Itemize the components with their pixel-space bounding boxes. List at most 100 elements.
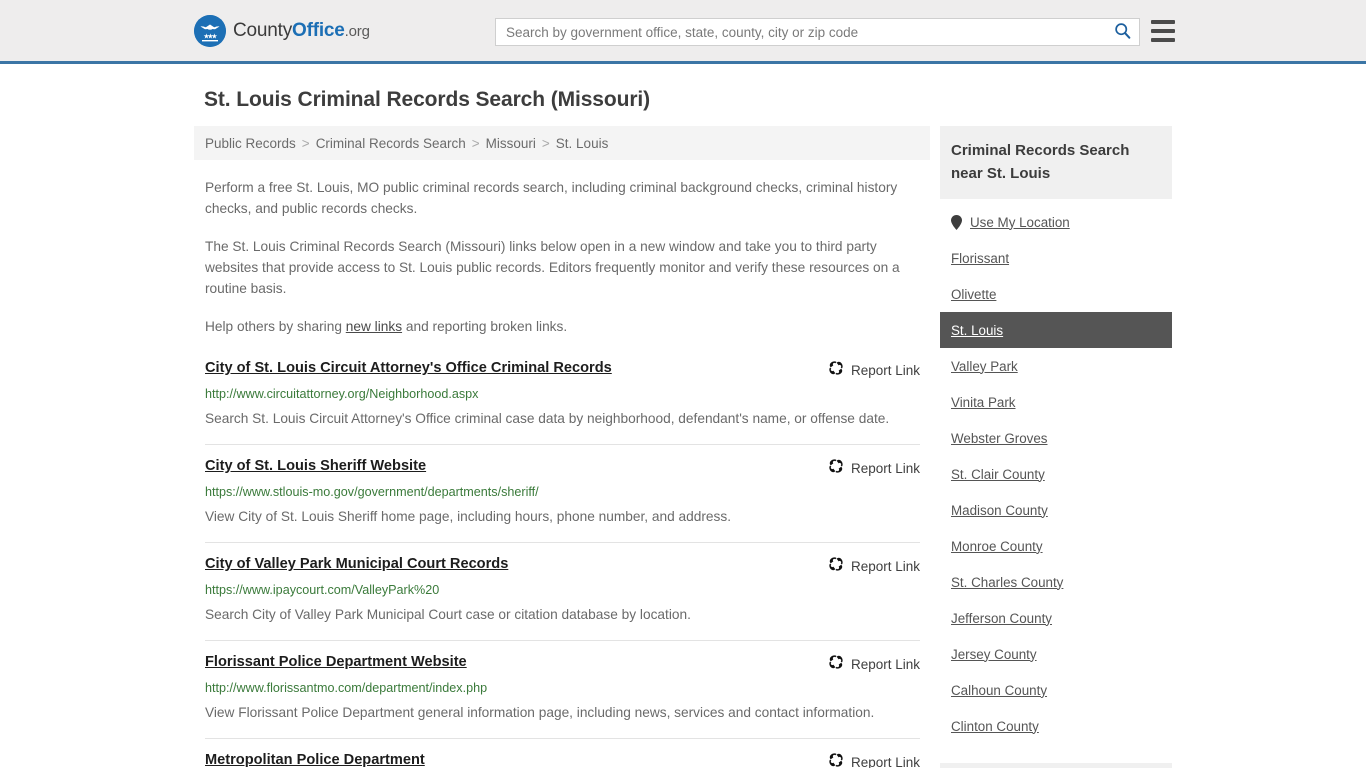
sidebar-item-label: Calhoun County [951,682,1048,698]
sidebar-heading: Criminal Records Search near St. Louis [940,126,1172,199]
sidebar-item-st-clair-county[interactable]: St. Clair County [940,456,1172,492]
result-item: City of Valley Park Municipal Court Reco… [205,555,920,641]
result-item: City of St. Louis Circuit Attorney's Off… [205,359,920,445]
logo-text-org: .org [344,22,370,40]
sidebar-heading-public-records: St. Louis Public Records [940,763,1172,768]
sidebar-item-clinton-county[interactable]: Clinton County [940,708,1172,744]
sidebar-item-label: St. Charles County [951,574,1064,590]
result-url[interactable]: https://www.stlouis-mo.gov/government/de… [205,484,920,501]
intro-paragraph-3: Help others by sharing new links and rep… [205,316,920,337]
breadcrumb: Public Records > Criminal Records Search > M… [194,126,930,160]
sidebar-item-label: Jefferson County [951,610,1052,626]
search-bar[interactable] [495,18,1140,46]
breadcrumb-item-4[interactable]: St. Louis [556,136,609,151]
report-link-label: Report Link [850,657,920,672]
intro-text: Perform a free St. Louis, MO public crim… [194,177,930,337]
broken-link-icon [828,360,844,381]
breadcrumb-separator: > [541,135,550,151]
breadcrumb-separator: > [471,135,480,151]
new-links-link[interactable]: new links [346,319,402,334]
search-input[interactable] [496,19,1105,45]
sidebar-item-madison-county[interactable]: Madison County [940,492,1172,528]
result-url[interactable]: https://www.ipaycourt.com/ValleyPark%20 [205,582,920,599]
sidebar: Criminal Records Search near St. Louis U… [940,126,1172,768]
sidebar-item-label: Olivette [951,286,997,302]
report-link-button[interactable]: Report Link [828,457,920,479]
sidebar-item-label: Monroe County [951,538,1043,554]
sidebar-item-label: Webster Groves [951,430,1048,446]
result-title-link[interactable]: Florissant Police Department Website [205,653,467,672]
sidebar-item-webster-groves[interactable]: Webster Groves [940,420,1172,456]
result-title-link[interactable]: Metropolitan Police Department [205,751,425,768]
sidebar-item-label: Madison County [951,502,1048,518]
sidebar-item-label: Vinita Park [951,394,1016,410]
search-button[interactable] [1105,19,1139,45]
result-header: Metropolitan Police Department Report Lin… [205,751,920,768]
result-title-link[interactable]: City of St. Louis Circuit Attorney's Off… [205,359,612,378]
result-header: City of Valley Park Municipal Court Reco… [205,555,920,577]
report-link-button[interactable]: Report Link [828,653,920,675]
result-title-link[interactable]: City of St. Louis Sheriff Website [205,457,426,476]
result-description: View City of St. Louis Sheriff home page… [205,509,732,524]
site-logo-text: CountyOffice.org [233,20,370,42]
result-description: View Florissant Police Department genera… [205,705,875,720]
main-content: Public Records > Criminal Records Search > M… [194,126,930,768]
report-link-button[interactable]: Report Link [828,751,920,768]
broken-link-icon [828,654,844,675]
result-header: Florissant Police Department Website Repo… [205,653,920,675]
intro-p3-before: Help others by sharing [205,319,346,334]
intro-paragraph-2: The St. Louis Criminal Records Search (M… [205,239,900,296]
broken-link-icon [828,752,844,768]
hamburger-bar-1 [1151,20,1175,24]
eagle-seal-icon: ★ ★ ★ [194,14,226,47]
result-item: Florissant Police Department Website Repo… [205,653,920,739]
breadcrumb-separator: > [301,135,310,151]
hamburger-menu-icon[interactable] [1151,20,1175,42]
hamburger-bar-2 [1151,29,1175,33]
report-link-button[interactable]: Report Link [828,555,920,577]
hamburger-bar-3 [1151,38,1175,42]
sidebar-nearby-list: Use My Location Florissant Olivette St. Lou… [940,204,1172,744]
result-url[interactable]: http://www.circuitattorney.org/Neighborh… [205,386,920,403]
svg-text:★: ★ [211,32,217,40]
sidebar-item-label: Jersey County [951,646,1037,662]
search-icon [1114,22,1131,42]
logo-text-office: Office [292,19,345,41]
result-item: Metropolitan Police Department Report Lin… [205,751,920,768]
page-title: St. Louis Criminal Records Search (Misso… [204,88,651,111]
sidebar-item-st-charles-county[interactable]: St. Charles County [940,564,1172,600]
sidebar-item-use-my-location[interactable]: Use My Location [940,204,1172,240]
report-link-button[interactable]: Report Link [828,359,920,381]
sidebar-item-label: Florissant [951,250,1010,266]
sidebar-item-calhoun-county[interactable]: Calhoun County [940,672,1172,708]
sidebar-item-olivette[interactable]: Olivette [940,276,1172,312]
sidebar-item-monroe-county[interactable]: Monroe County [940,528,1172,564]
result-header: City of St. Louis Circuit Attorney's Off… [205,359,920,381]
sidebar-item-jersey-county[interactable]: Jersey County [940,636,1172,672]
site-header: ★ ★ ★ CountyOffice.org [0,0,1366,64]
breadcrumb-item-2[interactable]: Criminal Records Search [316,136,466,151]
sidebar-item-label: Clinton County [951,718,1039,734]
sidebar-item-label: St. Clair County [951,466,1045,482]
sidebar-item-florissant[interactable]: Florissant [940,240,1172,276]
result-url[interactable]: http://www.florissantmo.com/department/i… [205,680,920,697]
result-title-link[interactable]: City of Valley Park Municipal Court Reco… [205,555,508,574]
result-header: City of St. Louis Sheriff Website Report … [205,457,920,479]
breadcrumb-item-1[interactable]: Public Records [205,136,296,151]
intro-p3-after: and reporting broken links. [402,319,568,334]
sidebar-item-label: Valley Park [951,358,1018,374]
intro-paragraph-1: Perform a free St. Louis, MO public crim… [205,180,898,216]
report-link-label: Report Link [850,461,920,476]
results-list: City of St. Louis Circuit Attorney's Off… [194,359,930,768]
breadcrumb-item-3[interactable]: Missouri [486,136,536,151]
sidebar-item-vinita-park[interactable]: Vinita Park [940,384,1172,420]
result-description: Search City of Valley Park Municipal Cou… [205,607,691,622]
report-link-label: Report Link [850,559,920,574]
result-item: City of St. Louis Sheriff Website Report … [205,457,920,543]
sidebar-item-jefferson-county[interactable]: Jefferson County [940,600,1172,636]
sidebar-item-label: Use My Location [970,214,1070,230]
site-logo[interactable]: ★ ★ ★ CountyOffice.org [194,14,370,47]
sidebar-item-st-louis[interactable]: St. Louis [940,312,1172,348]
report-link-label: Report Link [850,755,920,768]
sidebar-item-valley-park[interactable]: Valley Park [940,348,1172,384]
